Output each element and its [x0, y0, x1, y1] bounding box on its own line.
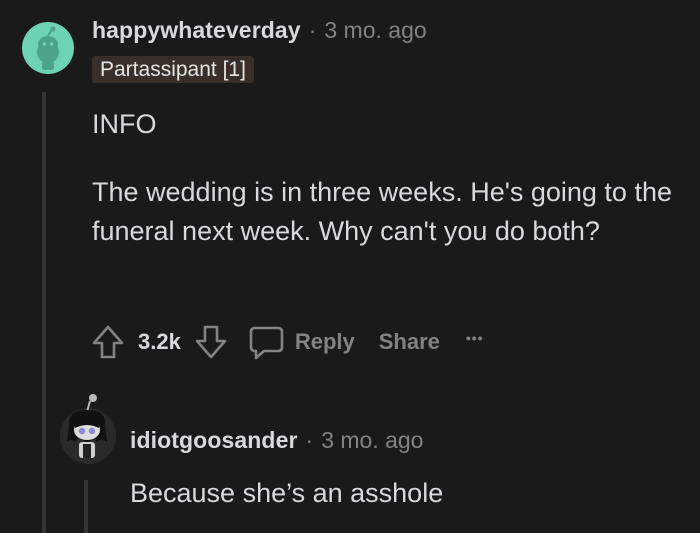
timestamp[interactable]: 3 mo. ago	[321, 427, 423, 454]
username-link[interactable]: idiotgoosander	[130, 427, 298, 454]
comment: happywhateverday · 3 mo. ago Partassipan…	[0, 0, 700, 533]
downvote-arrow-icon	[195, 325, 227, 359]
action-bar: 3.2k Reply Share •••	[88, 320, 484, 364]
vote-count: 3.2k	[138, 329, 181, 354]
snoo-avatar-icon	[37, 26, 59, 70]
reply-button[interactable]: Reply	[247, 323, 355, 361]
comment-paragraph: The wedding is in three weeks. He's goin…	[92, 177, 672, 246]
timestamp[interactable]: 3 mo. ago	[324, 17, 426, 44]
upvote-button[interactable]	[88, 320, 128, 364]
avatar[interactable]	[60, 394, 116, 464]
avatar[interactable]	[22, 22, 74, 74]
user-flair: Partassipant [1]	[92, 56, 254, 83]
comment-body: Because she’s an asshole	[130, 478, 444, 508]
snoo-avatar-icon	[67, 394, 107, 458]
comment-body: INFO The wedding is in three weeks. He's…	[92, 105, 682, 251]
separator-dot: ·	[305, 426, 314, 453]
comment-paragraph: INFO	[92, 109, 157, 139]
share-button[interactable]: Share	[379, 329, 440, 355]
reply-comment: idiotgoosander · 3 mo. ago Because she’s…	[0, 380, 700, 533]
comment-bubble-icon	[249, 326, 284, 360]
more-options-button[interactable]: •••	[466, 330, 484, 346]
reply-label: Reply	[294, 329, 355, 354]
thread-collapse-line[interactable]	[84, 480, 88, 533]
downvote-button[interactable]	[191, 320, 231, 364]
upvote-arrow-icon	[92, 325, 124, 359]
separator-dot: ·	[308, 16, 317, 43]
username-link[interactable]: happywhateverday	[92, 17, 301, 44]
